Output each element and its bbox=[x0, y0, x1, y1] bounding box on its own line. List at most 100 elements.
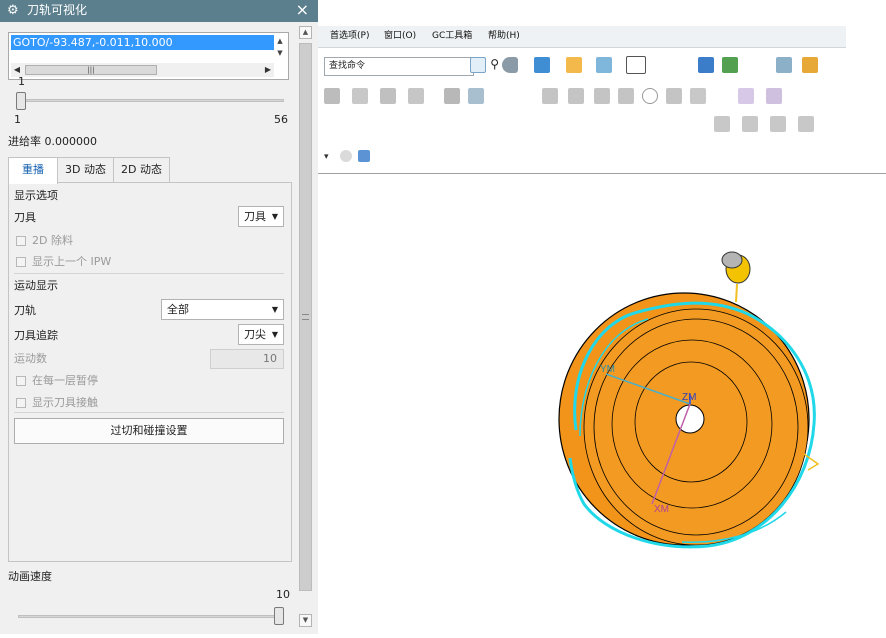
animation-speed-value: 10 bbox=[276, 588, 290, 601]
xm-axis-label: XM bbox=[654, 504, 669, 515]
chevron-down-icon: ▼ bbox=[271, 212, 278, 221]
remove-2d-checkbox[interactable] bbox=[16, 236, 26, 246]
tab-3d-dynamic[interactable]: 3D 动态 bbox=[57, 157, 114, 183]
folder-icon[interactable] bbox=[566, 57, 582, 73]
show-prev-ipw-label: 显示上一个 IPW bbox=[32, 255, 112, 268]
geometry-icon[interactable] bbox=[352, 88, 368, 104]
filter-icon[interactable] bbox=[340, 150, 352, 162]
listbox-hscrollbar[interactable]: ◀ ||| ▶ bbox=[11, 63, 274, 77]
render-style-icon[interactable] bbox=[502, 57, 518, 73]
chevron-down-icon[interactable]: ▾ bbox=[324, 152, 329, 162]
cube-view-icon[interactable] bbox=[534, 57, 550, 73]
tool-trace-label: 刀具追踪 bbox=[14, 329, 58, 342]
tab-replay[interactable]: 重播 bbox=[8, 157, 58, 184]
display-options-header: 显示选项 bbox=[14, 189, 58, 202]
motion-count-label: 运动数 bbox=[14, 352, 47, 365]
report-icon[interactable] bbox=[798, 116, 814, 132]
assembly-icon[interactable] bbox=[698, 57, 714, 73]
display-icon[interactable] bbox=[776, 57, 792, 73]
selection-icon[interactable] bbox=[358, 150, 370, 162]
menu-gc-toolbox[interactable]: GC工具箱 bbox=[432, 30, 472, 42]
toolpath-label: 刀轨 bbox=[14, 304, 36, 317]
remove-2d-label: 2D 除料 bbox=[32, 234, 73, 247]
frame-current-value: 1 bbox=[18, 75, 25, 88]
frame-max-label: 56 bbox=[274, 113, 288, 126]
command-search-value: 查找命令 bbox=[329, 61, 366, 71]
menu-help[interactable]: 帮助(H) bbox=[488, 30, 520, 42]
chevron-down-icon: ▼ bbox=[271, 305, 278, 314]
toolbar-area: 查找命令 ⚲ ▾ bbox=[318, 48, 846, 173]
view-fit-icon[interactable] bbox=[470, 57, 486, 73]
dialog-vscrollbar[interactable]: ▲ ▼ bbox=[296, 22, 318, 634]
shop-doc-icon[interactable] bbox=[468, 88, 484, 104]
frame-slider-track[interactable] bbox=[18, 99, 284, 102]
dialog-title: 刀轨可视化 bbox=[27, 3, 88, 17]
curve-icon[interactable] bbox=[542, 88, 558, 104]
background-color-icon[interactable] bbox=[626, 56, 646, 74]
command-search-input[interactable]: 查找命令 ⚲ bbox=[324, 57, 499, 76]
close-icon[interactable]: × bbox=[296, 1, 309, 19]
listbox-spin-arrows[interactable]: ▲ ▼ bbox=[274, 35, 286, 61]
dialog-content: GOTO/-93.487,-0.011,10.000 ▲ ▼ ◀ ||| ▶ 1 … bbox=[0, 22, 296, 634]
gear-icon: ⚙ bbox=[7, 3, 19, 18]
verify-icon[interactable] bbox=[714, 116, 730, 132]
tool-holder[interactable] bbox=[721, 251, 751, 303]
tool-dropdown[interactable]: 刀具 ▼ bbox=[238, 206, 284, 227]
zm-axis-label: ZM bbox=[682, 392, 696, 403]
animation-speed-thumb[interactable] bbox=[274, 607, 284, 625]
section-divider bbox=[14, 412, 284, 413]
search-icon[interactable]: ⚲ bbox=[490, 56, 499, 73]
tool-trace-dropdown[interactable]: 刀尖 ▼ bbox=[238, 324, 284, 345]
listbox-selected-item[interactable]: GOTO/-93.487,-0.011,10.000 bbox=[11, 35, 274, 50]
tool-trace-dropdown-value: 刀尖 bbox=[244, 328, 266, 341]
toolpath-dropdown[interactable]: 全部 ▼ bbox=[161, 299, 284, 320]
layer-icon[interactable] bbox=[596, 57, 612, 73]
graphics-viewport[interactable]: YM ZM XM bbox=[318, 173, 886, 634]
menu-window[interactable]: 窗口(O) bbox=[384, 30, 416, 42]
scroll-down-icon[interactable]: ▼ bbox=[299, 614, 312, 627]
part-view: YM ZM XM bbox=[558, 251, 820, 549]
method-icon[interactable] bbox=[380, 88, 396, 104]
scroll-up-icon[interactable]: ▲ bbox=[299, 26, 312, 39]
csys-icon[interactable] bbox=[738, 88, 754, 104]
sketch-icon[interactable] bbox=[618, 88, 634, 104]
arc-icon[interactable] bbox=[666, 88, 682, 104]
toolpath-listbox[interactable]: GOTO/-93.487,-0.011,10.000 ▲ ▼ ◀ ||| ▶ bbox=[8, 32, 289, 80]
motion-display-header: 运动显示 bbox=[14, 279, 58, 292]
show-prev-ipw-checkbox[interactable] bbox=[16, 257, 26, 267]
motion-count-field[interactable]: 10 bbox=[210, 349, 284, 369]
pause-each-layer-label: 在每一层暂停 bbox=[32, 374, 98, 387]
plane-icon[interactable] bbox=[594, 88, 610, 104]
frame-min-label: 1 bbox=[14, 113, 21, 126]
component-icon[interactable] bbox=[722, 57, 738, 73]
wcs-icon[interactable] bbox=[802, 57, 818, 73]
animation-speed-label: 动画速度 bbox=[8, 570, 52, 583]
feed-rate-text: 进给率 0.000000 bbox=[8, 135, 97, 148]
animation-speed-track[interactable] bbox=[18, 615, 284, 618]
dialog-titlebar[interactable]: ⚙ 刀轨可视化 × bbox=[0, 0, 318, 22]
show-tool-contact-label: 显示刀具接触 bbox=[32, 396, 98, 409]
circle-icon[interactable] bbox=[642, 88, 658, 104]
datum-icon[interactable] bbox=[766, 88, 782, 104]
tool-icon[interactable] bbox=[324, 88, 340, 104]
measure-icon[interactable] bbox=[690, 88, 706, 104]
frame-slider-thumb[interactable] bbox=[16, 92, 26, 110]
show-tool-contact-checkbox[interactable] bbox=[16, 398, 26, 408]
program-icon[interactable] bbox=[408, 88, 424, 104]
gouge-collision-settings-button[interactable]: 过切和碰撞设置 bbox=[14, 418, 284, 444]
chevron-down-icon: ▼ bbox=[271, 330, 278, 339]
simulate-icon[interactable] bbox=[742, 116, 758, 132]
ym-axis-label: YM bbox=[600, 364, 615, 375]
grip-icon bbox=[302, 314, 309, 320]
hscroll-thumb[interactable]: ||| bbox=[25, 65, 157, 75]
scroll-right-icon[interactable]: ▶ bbox=[262, 63, 274, 77]
tab-2d-dynamic[interactable]: 2D 动态 bbox=[113, 157, 170, 183]
spline-icon[interactable] bbox=[568, 88, 584, 104]
pause-each-layer-checkbox[interactable] bbox=[16, 376, 26, 386]
main-menubar: 首选项(P) 窗口(O) GC工具箱 帮助(H) bbox=[318, 26, 846, 48]
menu-preferences[interactable]: 首选项(P) bbox=[330, 30, 369, 42]
tool-dropdown-value: 刀具 bbox=[244, 210, 266, 223]
vscroll-thumb[interactable] bbox=[299, 43, 312, 591]
operation-icon[interactable] bbox=[444, 88, 460, 104]
postprocess-icon[interactable] bbox=[770, 116, 786, 132]
